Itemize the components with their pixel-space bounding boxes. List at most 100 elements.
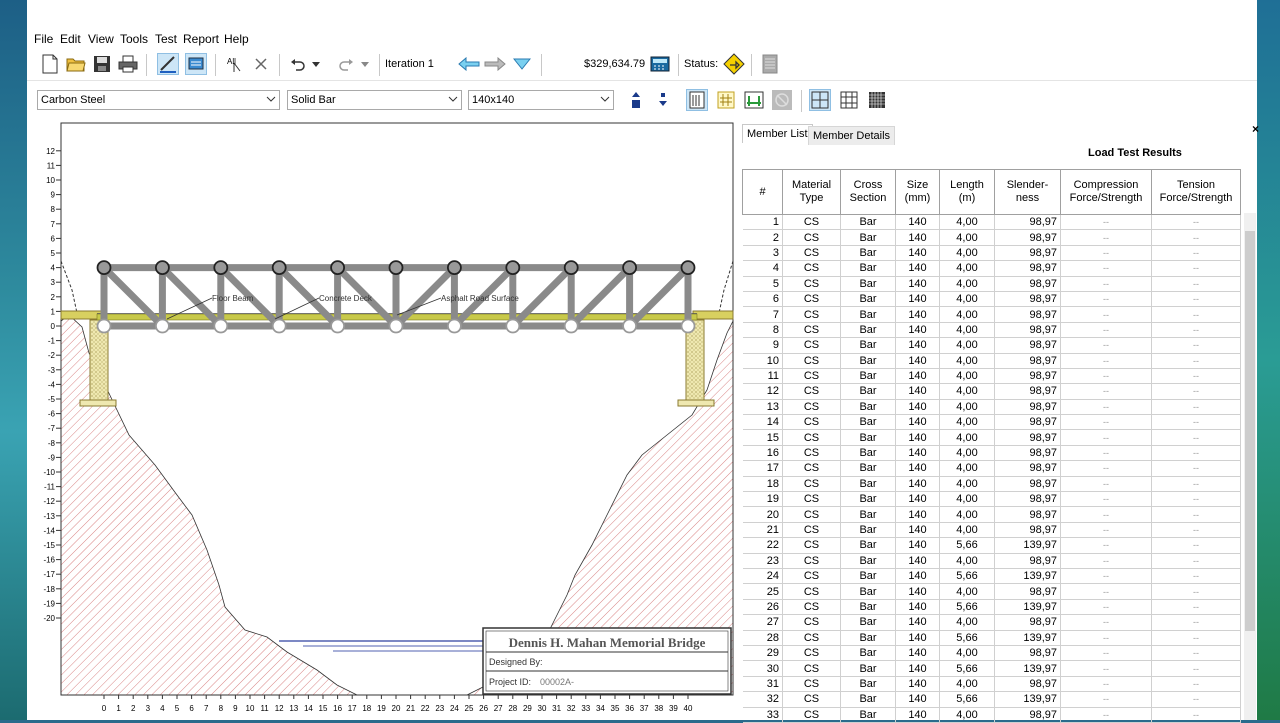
col-tension[interactable]: Tension Force/Strength (1151, 169, 1241, 215)
table-scrollbar[interactable] (1244, 213, 1256, 720)
calculator-icon[interactable] (649, 53, 671, 75)
delete-icon[interactable] (250, 53, 272, 75)
truss-joint[interactable] (271, 318, 287, 334)
menu-view[interactable]: View (88, 32, 114, 46)
table-row[interactable]: 12 CS Bar 140 4,00 98,97 -- -- (742, 383, 1241, 400)
table-row[interactable]: 22 CS Bar 140 5,66 139,97 -- -- (742, 537, 1241, 554)
table-row[interactable]: 20 CS Bar 140 4,00 98,97 -- -- (742, 506, 1241, 523)
truss-joint[interactable] (680, 318, 696, 334)
forward-arrow-icon[interactable] (484, 53, 506, 75)
joint-tool-icon[interactable] (185, 53, 207, 75)
menu-edit[interactable]: Edit (60, 32, 81, 46)
chevron-down-icon[interactable] (358, 53, 372, 75)
report-icon[interactable] (759, 53, 781, 75)
truss-joint[interactable] (271, 260, 287, 276)
print-icon[interactable] (117, 53, 139, 75)
decrease-size-icon[interactable] (652, 89, 674, 111)
truss-joint[interactable] (388, 318, 404, 334)
table-row[interactable]: 33 CS Bar 140 4,00 98,97 -- -- (742, 707, 1241, 723)
table-row[interactable]: 2 CS Bar 140 4,00 98,97 -- -- (742, 229, 1241, 246)
redo-icon[interactable] (335, 53, 357, 75)
truss-joint[interactable] (680, 260, 696, 276)
bridge-drawing-canvas[interactable]: 1211109876543210-1-2-3-4-5-6-7-8-9-10-11… (27, 115, 739, 720)
scrollbar-thumb[interactable] (1245, 231, 1255, 631)
table-row[interactable]: 16 CS Bar 140 4,00 98,97 -- -- (742, 445, 1241, 462)
table-row[interactable]: 14 CS Bar 140 4,00 98,97 -- -- (742, 414, 1241, 431)
grid-numbers-icon[interactable] (715, 89, 737, 111)
table-row[interactable]: 24 CS Bar 140 5,66 139,97 -- -- (742, 568, 1241, 585)
table-row[interactable]: 1 CS Bar 140 4,00 98,97 -- -- (742, 214, 1241, 231)
table-row[interactable]: 30 CS Bar 140 5,66 139,97 -- -- (742, 660, 1241, 677)
grid-medium-icon[interactable] (838, 89, 860, 111)
table-row[interactable]: 4 CS Bar 140 4,00 98,97 -- -- (742, 260, 1241, 277)
save-icon[interactable] (91, 53, 113, 75)
cross-section-dropdown[interactable]: Solid Bar (287, 90, 462, 110)
truss-joint[interactable] (563, 318, 579, 334)
col-material-type[interactable]: Material Type (782, 169, 841, 215)
menu-tools[interactable]: Tools (120, 32, 148, 46)
truss-joint[interactable] (505, 260, 521, 276)
table-row[interactable]: 13 CS Bar 140 4,00 98,97 -- -- (742, 399, 1241, 416)
truss-joint[interactable] (213, 318, 229, 334)
truss-joint[interactable] (446, 260, 462, 276)
truss-joint[interactable] (96, 318, 112, 334)
truss-joint[interactable] (388, 260, 404, 276)
table-row[interactable]: 18 CS Bar 140 4,00 98,97 -- -- (742, 476, 1241, 493)
table-row[interactable]: 15 CS Bar 140 4,00 98,97 -- -- (742, 429, 1241, 446)
truss-joint[interactable] (446, 318, 462, 334)
truss-joint[interactable] (213, 260, 229, 276)
status-warning-icon[interactable] (723, 53, 745, 75)
undo-icon[interactable] (287, 53, 309, 75)
draw-members-icon[interactable] (157, 53, 179, 75)
truss-joint[interactable] (330, 318, 346, 334)
table-row[interactable]: 7 CS Bar 140 4,00 98,97 -- -- (742, 306, 1241, 323)
material-dropdown[interactable]: Carbon Steel (37, 90, 280, 110)
down-arrow-icon[interactable] (511, 53, 533, 75)
truss-joint[interactable] (505, 318, 521, 334)
table-row[interactable]: 31 CS Bar 140 4,00 98,97 -- -- (742, 676, 1241, 693)
table-row[interactable]: 6 CS Bar 140 4,00 98,97 -- -- (742, 291, 1241, 308)
table-row[interactable]: 17 CS Bar 140 4,00 98,97 -- -- (742, 460, 1241, 477)
new-file-icon[interactable] (39, 53, 61, 75)
menu-test[interactable]: Test (155, 32, 177, 46)
table-row[interactable]: 32 CS Bar 140 5,66 139,97 -- -- (742, 691, 1241, 708)
table-row[interactable]: 26 CS Bar 140 5,66 139,97 -- -- (742, 599, 1241, 616)
table-row[interactable]: 21 CS Bar 140 4,00 98,97 -- -- (742, 522, 1241, 539)
col-length[interactable]: Length (m) (939, 169, 995, 215)
col-compression[interactable]: Compression Force/Strength (1060, 169, 1152, 215)
grid-fine-icon[interactable] (866, 89, 888, 111)
member-properties-icon[interactable] (743, 89, 765, 111)
menu-file[interactable]: File (34, 32, 53, 46)
table-row[interactable]: 28 CS Bar 140 5,66 139,97 -- -- (742, 630, 1241, 646)
table-row[interactable]: 9 CS Bar 140 4,00 98,97 -- -- (742, 337, 1241, 354)
member-list-icon[interactable] (686, 89, 708, 111)
table-row[interactable]: 25 CS Bar 140 4,00 98,97 -- -- (742, 583, 1241, 600)
table-row[interactable]: 3 CS Bar 140 4,00 98,97 -- -- (742, 245, 1241, 262)
col-size[interactable]: Size (mm) (895, 169, 940, 215)
iteration-label[interactable]: Iteration 1 (385, 58, 434, 70)
col-cross-section[interactable]: Cross Section (840, 169, 896, 215)
table-row[interactable]: 10 CS Bar 140 4,00 98,97 -- -- (742, 353, 1241, 369)
table-row[interactable]: 11 CS Bar 140 4,00 98,97 -- -- (742, 368, 1241, 385)
disabled-icon[interactable] (771, 89, 793, 111)
col-slenderness[interactable]: Slender-ness (994, 169, 1061, 215)
truss-joint[interactable] (96, 260, 112, 276)
truss-joint[interactable] (563, 260, 579, 276)
table-row[interactable]: 29 CS Bar 140 4,00 98,97 -- -- (742, 645, 1241, 662)
size-dropdown[interactable]: 140x140 (468, 90, 614, 110)
table-row[interactable]: 8 CS Bar 140 4,00 98,97 -- -- (742, 322, 1241, 339)
select-all-icon[interactable]: All (224, 53, 246, 75)
close-icon[interactable]: × (1252, 122, 1259, 136)
chevron-down-icon[interactable] (309, 53, 323, 75)
table-row[interactable]: 5 CS Bar 140 4,00 98,97 -- -- (742, 276, 1241, 292)
truss-joint[interactable] (154, 318, 170, 334)
col-number[interactable]: # (742, 169, 783, 215)
grid-coarse-icon[interactable] (809, 89, 831, 111)
increase-size-icon[interactable] (625, 89, 647, 111)
truss-joint[interactable] (330, 260, 346, 276)
menu-report[interactable]: Report (183, 32, 219, 46)
tab-member-details[interactable]: Member Details (808, 126, 896, 145)
back-arrow-icon[interactable] (458, 53, 480, 75)
open-folder-icon[interactable] (65, 53, 87, 75)
menu-help[interactable]: Help (224, 32, 249, 46)
